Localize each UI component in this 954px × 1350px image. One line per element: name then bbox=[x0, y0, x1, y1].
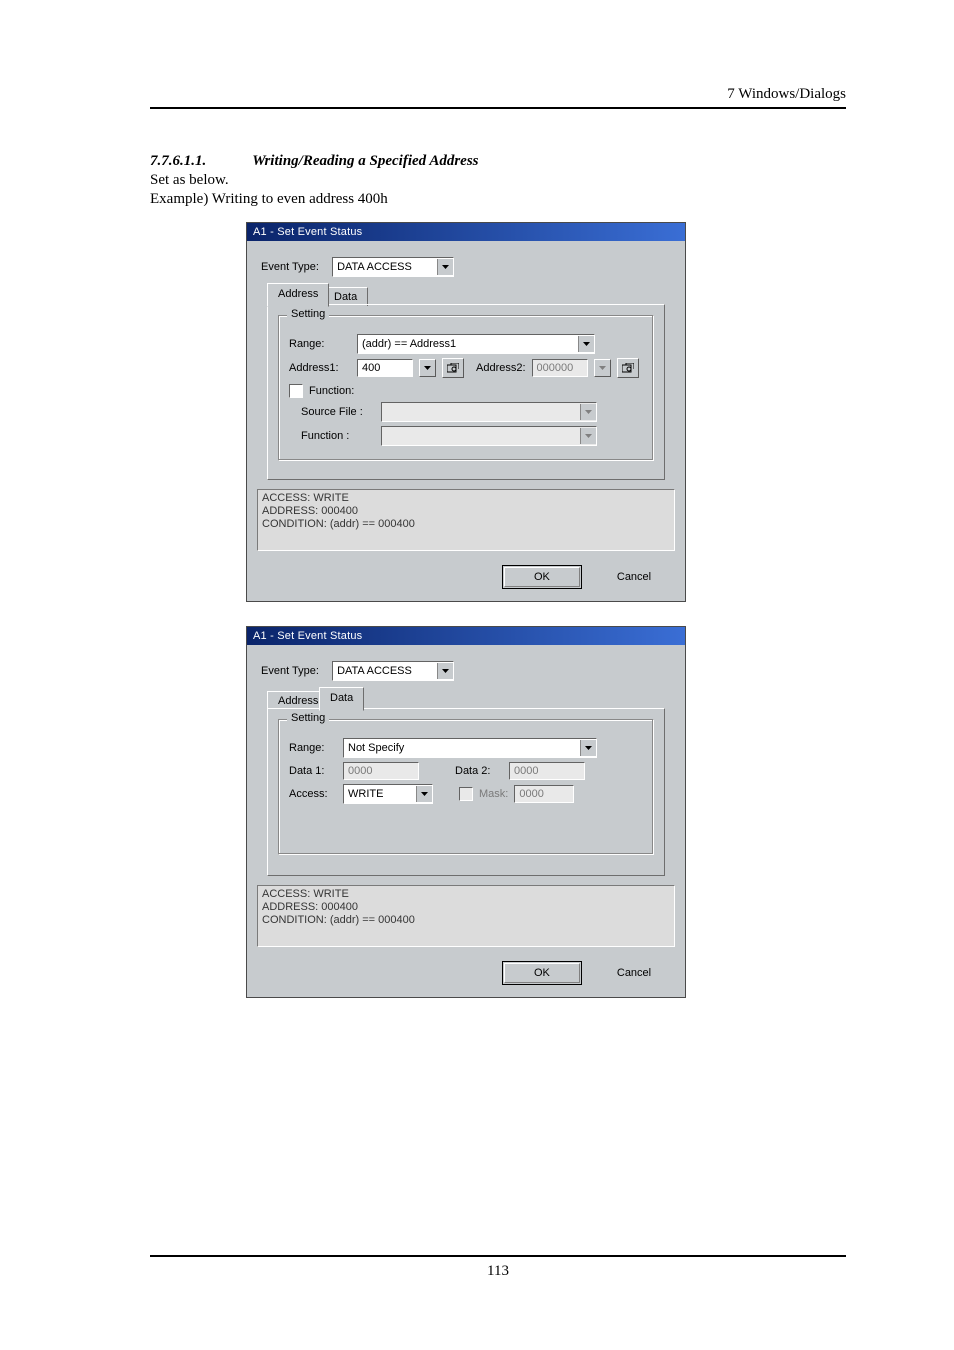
footer-rule bbox=[150, 1255, 846, 1257]
dialog-titlebar: A1 - Set Event Status bbox=[247, 627, 685, 645]
group-legend: Setting bbox=[287, 308, 329, 320]
event-type-combo[interactable]: DATA ACCESS bbox=[332, 661, 454, 681]
address1-input[interactable]: 400 bbox=[357, 359, 413, 377]
event-type-label: Event Type: bbox=[261, 665, 329, 677]
page-number: 113 bbox=[150, 1263, 846, 1280]
address2-input: 000000 bbox=[532, 359, 588, 377]
tab-address[interactable]: Address bbox=[267, 283, 329, 307]
dropdown-icon[interactable] bbox=[437, 663, 453, 679]
dropdown-icon bbox=[580, 428, 596, 444]
source-file-combo bbox=[381, 402, 597, 422]
function-value bbox=[382, 428, 580, 444]
data1-label: Data 1: bbox=[289, 765, 337, 777]
range-label: Range: bbox=[289, 338, 351, 350]
dropdown-icon[interactable] bbox=[416, 786, 432, 802]
tabstrip: Address Data bbox=[267, 285, 665, 305]
ok-button[interactable]: OK bbox=[502, 961, 582, 985]
dropdown-icon[interactable] bbox=[437, 259, 453, 275]
address2-label: Address2: bbox=[476, 362, 526, 374]
tabpanel-data: Setting Range: Not Specify bbox=[267, 708, 665, 876]
function-label: Function : bbox=[289, 430, 375, 442]
mask-label: Mask: bbox=[479, 788, 508, 800]
dropdown-icon bbox=[594, 359, 611, 377]
setting-group: Setting Range: (addr) == Address1 bbox=[278, 315, 654, 461]
tabstrip: Address Data bbox=[267, 689, 665, 709]
mask-input: 0000 bbox=[514, 785, 574, 803]
event-type-value: DATA ACCESS bbox=[333, 663, 437, 679]
section-title: Writing/Reading a Specified Address bbox=[252, 153, 478, 170]
section-number: 7.7.6.1.1. bbox=[150, 153, 206, 170]
mask-checkbox bbox=[459, 787, 473, 801]
range-value: (addr) == Address1 bbox=[358, 336, 578, 352]
range-combo[interactable]: Not Specify bbox=[343, 738, 597, 758]
setting-group: Setting Range: Not Specify bbox=[278, 719, 654, 855]
chapter-label: 7 Windows/Dialogs bbox=[150, 86, 846, 103]
event-type-combo[interactable]: DATA ACCESS bbox=[332, 257, 454, 277]
status-summary: ACCESS: WRITE ADDRESS: 000400 CONDITION:… bbox=[257, 489, 675, 551]
data1-input: 0000 bbox=[343, 762, 419, 780]
dropdown-icon[interactable] bbox=[580, 740, 596, 756]
dialog-address: A1 - Set Event Status Event Type: DATA A… bbox=[246, 222, 686, 602]
dialog-data: A1 - Set Event Status Event Type: DATA A… bbox=[246, 626, 686, 998]
ok-button[interactable]: OK bbox=[502, 565, 582, 589]
header-rule bbox=[150, 107, 846, 109]
source-file-label: Source File : bbox=[289, 406, 375, 418]
event-type-value: DATA ACCESS bbox=[333, 259, 437, 275]
function-combo bbox=[381, 426, 597, 446]
address1-label: Address1: bbox=[289, 362, 351, 374]
access-label: Access: bbox=[289, 788, 337, 800]
range-combo[interactable]: (addr) == Address1 bbox=[357, 334, 595, 354]
source-file-value bbox=[382, 404, 580, 420]
browse-button[interactable] bbox=[617, 358, 639, 378]
status-summary: ACCESS: WRITE ADDRESS: 000400 CONDITION:… bbox=[257, 885, 675, 947]
page-header: 7 Windows/Dialogs bbox=[150, 86, 846, 109]
browse-button[interactable] bbox=[442, 358, 464, 378]
page-footer: 113 bbox=[150, 1255, 846, 1280]
range-value: Not Specify bbox=[344, 740, 580, 756]
event-type-label: Event Type: bbox=[261, 261, 329, 273]
data2-input: 0000 bbox=[509, 762, 585, 780]
access-value: WRITE bbox=[344, 786, 416, 802]
function-check-label: Function: bbox=[309, 385, 354, 397]
tab-data[interactable]: Data bbox=[319, 687, 364, 711]
group-legend: Setting bbox=[287, 712, 329, 724]
body-line-1: Set as below. bbox=[150, 172, 846, 189]
data2-label: Data 2: bbox=[455, 765, 503, 777]
dropdown-icon bbox=[580, 404, 596, 420]
function-checkbox[interactable] bbox=[289, 384, 303, 398]
access-combo[interactable]: WRITE bbox=[343, 784, 433, 804]
dialog-titlebar: A1 - Set Event Status bbox=[247, 223, 685, 241]
body-line-2: Example) Writing to even address 400h bbox=[150, 191, 846, 208]
range-label: Range: bbox=[289, 742, 337, 754]
tabpanel-address: Setting Range: (addr) == Address1 bbox=[267, 304, 665, 480]
cancel-button[interactable]: Cancel bbox=[595, 962, 673, 984]
cancel-button[interactable]: Cancel bbox=[595, 566, 673, 588]
dropdown-icon[interactable] bbox=[578, 336, 594, 352]
dropdown-icon[interactable] bbox=[419, 359, 436, 377]
